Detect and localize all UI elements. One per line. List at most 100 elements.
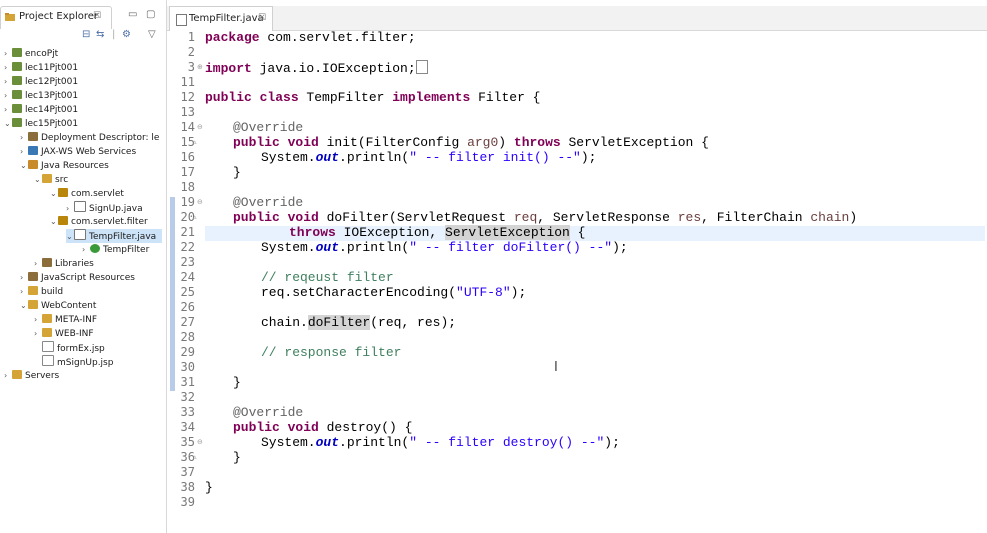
tree-item-jsp-file[interactable]: mSignUp.jsp xyxy=(42,355,113,369)
collapsed-block-icon[interactable] xyxy=(415,60,428,74)
link-with-editor-icon[interactable]: ⇆ xyxy=(96,29,104,40)
keyword: throws xyxy=(513,135,561,150)
tab-project-explorer[interactable]: Project Explorer ☒ xyxy=(0,6,112,29)
tree-item-libraries[interactable]: › Libraries xyxy=(34,257,94,271)
tree-item-project[interactable]: › lec11Pjt001 xyxy=(4,61,78,75)
tree-item-java-file[interactable]: › SignUp.java xyxy=(66,201,143,215)
tree-item-label: META-INF xyxy=(55,315,98,325)
chevron-right-icon[interactable]: › xyxy=(20,131,28,145)
tree-item-project[interactable]: › lec13Pjt001 xyxy=(4,89,78,103)
chevron-right-icon[interactable]: › xyxy=(4,369,12,383)
tree-item-src[interactable]: ⌄ src xyxy=(34,173,68,187)
chevron-right-icon[interactable]: › xyxy=(82,243,90,257)
code-text: TempFilter xyxy=(298,90,393,105)
chevron-right-icon[interactable]: › xyxy=(4,75,12,89)
view-menu-icon[interactable]: ▽ xyxy=(148,29,156,40)
tree-item-label: TempFilter.java xyxy=(89,232,157,242)
code-text: ); xyxy=(580,150,597,165)
code-text: .println( xyxy=(339,150,410,165)
library-icon xyxy=(28,272,38,281)
tree-item-webcontent[interactable]: ⌄ WebContent xyxy=(20,299,96,313)
tree-item-servers[interactable]: › Servers xyxy=(4,369,59,383)
fold-collapse-icon[interactable]: ⊖ xyxy=(197,123,203,131)
override-marker-icon[interactable]: ▵ xyxy=(193,138,197,146)
tree-item-web-inf[interactable]: › WEB-INF xyxy=(34,327,94,341)
tree-item-project-expanded[interactable]: ⌄ lec15Pjt001 xyxy=(4,117,78,131)
chevron-down-icon[interactable]: ⌄ xyxy=(50,187,58,201)
project-explorer-tab-bar: Project Explorer ☒ ▭ ▢ xyxy=(0,6,166,29)
chevron-down-icon[interactable]: ⌄ xyxy=(20,159,28,173)
keyword: implements xyxy=(392,90,471,105)
line-number: 30 xyxy=(180,360,195,374)
tree-item-project[interactable]: › lec12Pjt001 xyxy=(4,75,78,89)
maximize-icon[interactable]: ▢ xyxy=(146,9,155,20)
chevron-down-icon[interactable]: ⌄ xyxy=(66,230,74,244)
chevron-right-icon[interactable]: › xyxy=(66,202,74,216)
static-field: out xyxy=(315,150,340,165)
tree-item-package[interactable]: ⌄ com.servlet.filter xyxy=(50,215,148,229)
line-number: 15 xyxy=(180,135,195,149)
occurrence-highlight: ServletException xyxy=(445,225,570,240)
tree-item-java-resources[interactable]: ⌄ Java Resources xyxy=(20,159,109,173)
chevron-down-icon[interactable]: ⌄ xyxy=(20,299,28,313)
override-marker-icon[interactable]: ▵ xyxy=(193,213,197,221)
chevron-right-icon[interactable]: › xyxy=(34,327,42,341)
tree-item-javascript-resources[interactable]: › JavaScript Resources xyxy=(20,271,135,285)
chevron-down-icon[interactable]: ⌄ xyxy=(50,215,58,229)
chevron-down-icon[interactable]: ⌄ xyxy=(34,173,42,187)
code-line: public void destroy() { xyxy=(233,420,412,435)
fold-collapse-icon[interactable]: ⊖ xyxy=(197,198,203,206)
tree-item-jsp-file[interactable]: formEx.jsp xyxy=(42,341,105,355)
filter-icon[interactable]: ⚙ xyxy=(122,29,131,40)
code-line: public void doFilter(ServletRequest req,… xyxy=(233,210,857,225)
tree-item-deployment-descriptor[interactable]: › Deployment Descriptor: le xyxy=(20,131,159,145)
tree-item-label: lec12Pjt001 xyxy=(25,77,79,87)
code-line: import java.io.IOException; xyxy=(205,60,428,76)
close-icon[interactable]: ☒ xyxy=(258,13,266,23)
tree-item-meta-inf[interactable]: › META-INF xyxy=(34,313,97,327)
fold-collapse-icon[interactable]: ⊖ xyxy=(197,438,203,446)
tree-item-java-file-selected[interactable]: ⌄ TempFilter.java xyxy=(66,229,162,243)
code-line: // response filter xyxy=(261,345,401,360)
project-icon xyxy=(12,90,22,99)
fold-expand-icon[interactable]: ⊕ xyxy=(197,63,203,71)
string-literal: " -- filter doFilter() --" xyxy=(409,240,613,255)
line-number: 23 xyxy=(180,255,195,269)
tree-item-package[interactable]: ⌄ com.servlet xyxy=(50,187,124,201)
class-icon xyxy=(90,244,100,253)
code-text: Filter { xyxy=(470,90,541,105)
project-explorer-toolbar: ⊟ ⇆ | ⚙ ▽ xyxy=(80,29,166,45)
line-number: 14 xyxy=(180,120,195,134)
project-icon xyxy=(12,76,22,85)
tree-item-class[interactable]: › TempFilter xyxy=(82,243,149,257)
chevron-down-icon[interactable]: ⌄ xyxy=(4,117,12,131)
tree-item-label: WebContent xyxy=(41,301,97,311)
line-number: 16 xyxy=(180,150,195,164)
project-icon xyxy=(12,62,22,71)
line-number: 2 xyxy=(187,45,195,59)
tree-item-project[interactable]: › lec14Pjt001 xyxy=(4,103,78,117)
collapse-all-icon[interactable]: ⊟ xyxy=(82,29,90,40)
chevron-right-icon[interactable]: › xyxy=(4,61,12,75)
tree-item-jaxws[interactable]: › JAX-WS Web Services xyxy=(20,145,136,159)
annotation: @Override xyxy=(233,195,304,210)
chevron-right-icon[interactable]: › xyxy=(20,145,28,159)
tree-item-build[interactable]: › build xyxy=(20,285,63,299)
tree-item-label: Libraries xyxy=(55,259,94,269)
code-text: init(FilterConfig xyxy=(318,135,468,150)
tree-item-project[interactable]: › encoPjt xyxy=(4,47,58,61)
chevron-right-icon[interactable]: › xyxy=(20,271,28,285)
override-marker-icon[interactable]: ▵ xyxy=(193,453,197,461)
minimize-icon[interactable]: ▭ xyxy=(128,9,137,20)
chevron-right-icon[interactable]: › xyxy=(4,103,12,117)
source-folder-icon xyxy=(42,174,52,183)
tab-tempfilter-java[interactable]: TempFilter.java ☒ xyxy=(169,6,273,31)
comment: // response filter xyxy=(261,345,402,360)
chevron-right-icon[interactable]: › xyxy=(20,285,28,299)
chevron-right-icon[interactable]: › xyxy=(4,47,12,61)
close-icon[interactable]: ☒ xyxy=(93,11,101,21)
chevron-right-icon[interactable]: › xyxy=(4,89,12,103)
code-text: chain. xyxy=(261,315,308,330)
chevron-right-icon[interactable]: › xyxy=(34,313,42,327)
chevron-right-icon[interactable]: › xyxy=(34,257,42,271)
